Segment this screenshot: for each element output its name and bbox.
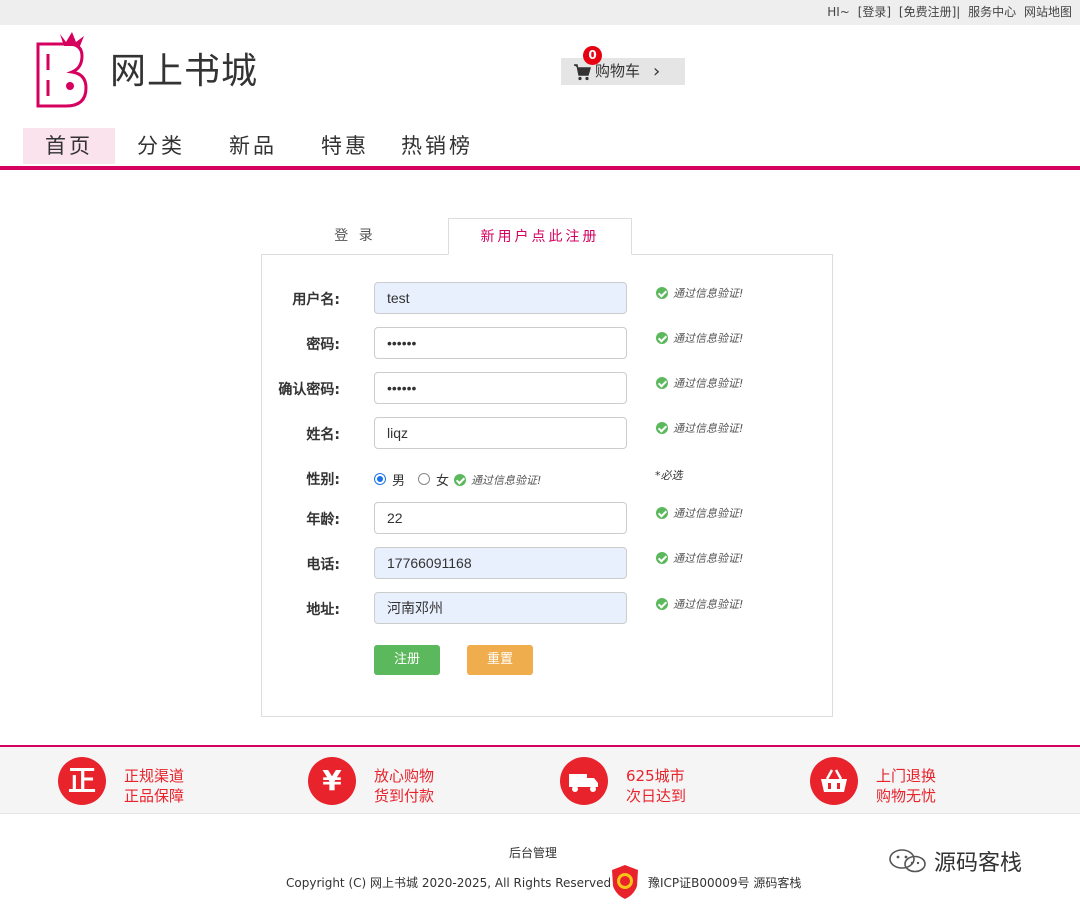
register-form-panel [261,254,833,717]
cart-count-badge: 0 [583,46,602,65]
feature-delivery-line1: 625城市 [626,767,685,785]
phone-label: 电话: [306,557,340,573]
chevron-right-icon: › [653,61,661,82]
basket-icon [810,757,858,805]
check-icon [656,377,668,389]
address-label: 地址: [306,602,340,618]
police-badge-icon [612,865,638,899]
yen-icon: ¥ [308,757,356,805]
name-label: 姓名: [306,427,340,443]
nav-item-special[interactable]: 特惠 [299,128,391,164]
nav-item-bestseller[interactable]: 热销榜 [391,128,483,164]
check-icon [454,474,466,486]
address-input[interactable]: 河南邓州 [374,592,627,624]
required-note: *必选 [655,469,683,482]
address-valid-message: 通过信息验证! [656,596,743,611]
cart-icon [574,64,591,81]
name-input[interactable]: liqz [374,417,627,449]
truck-icon [560,757,608,805]
age-input[interactable]: 22 [374,502,627,534]
login-link[interactable]: [登录] [858,5,891,19]
feature-genuine-line1: 正规渠道 [124,767,185,785]
gender-valid-message: 通过信息验证! [454,472,541,487]
tab-register[interactable]: 新用户点此注册 [448,218,632,255]
nav-divider [0,166,1080,170]
feature-cod-line1: 放心购物 [374,767,435,785]
wechat-icon [889,849,926,873]
service-center-link[interactable]: 服务中心 [968,5,1016,19]
nav-item-new[interactable]: 新品 [207,128,299,164]
check-icon [656,552,668,564]
age-valid-message: 通过信息验证! [656,505,743,520]
username-input[interactable]: test [374,282,627,314]
gender-male-radio[interactable] [374,473,386,485]
bookstore-logo[interactable] [30,30,92,110]
wechat-watermark: 源码客栈 [888,845,1022,877]
nav-item-category[interactable]: 分类 [115,128,207,164]
age-label: 年龄: [306,512,340,528]
nav-item-home[interactable]: 首页 [23,128,115,164]
password-label: 密码: [306,337,340,353]
watermark-text: 源码客栈 [934,851,1023,876]
register-submit-button[interactable]: 注册 [374,645,440,675]
username-valid-message: 通过信息验证! [656,285,743,300]
free-register-link[interactable]: [免费注册]| [899,5,960,19]
check-icon [656,598,668,610]
gender-male-label[interactable]: 男 [392,470,405,489]
check-icon [656,507,668,519]
genuine-icon: 正 [58,757,106,805]
confirm-password-input[interactable]: •••••• [374,372,627,404]
check-icon [656,332,668,344]
sitemap-link[interactable]: 网站地图 [1024,5,1072,19]
icp-text: 豫ICP证B00009号 源码客栈 [648,876,802,890]
gender-female-label[interactable]: 女 [436,470,449,489]
tab-login[interactable]: 登 录 [262,218,448,255]
feature-cod-line2: 货到付款 [374,787,435,805]
password-input[interactable]: •••••• [374,327,627,359]
feature-return-line2: 购物无忧 [876,787,937,805]
check-icon [656,422,668,434]
cart-button[interactable]: 购物车 › [561,58,685,85]
feature-return-line1: 上门退换 [876,767,937,785]
confirm-password-label: 确认密码: [278,382,340,398]
gender-female-radio[interactable] [418,473,430,485]
username-label: 用户名: [292,292,340,308]
copyright-text: Copyright (C) 网上书城 2020-2025, All Rights… [286,876,612,890]
feature-genuine-line2: 正品保障 [124,787,185,805]
top-utility-bar: HI~ [登录] [免费注册]| 服务中心 网站地图 [0,0,1080,25]
greeting-text: HI~ [827,5,850,19]
password-valid-message: 通过信息验证! [656,330,743,345]
name-valid-message: 通过信息验证! [656,420,743,435]
phone-input[interactable]: 17766091168 [374,547,627,579]
site-title: 网上书城 [110,51,259,92]
cart-label: 购物车 [595,62,641,80]
main-nav: 首页 分类 新品 特惠 热销榜 [23,128,483,164]
feature-strip: 正 正规渠道 正品保障 ¥ 放心购物 货到付款 625城市 次日达到 上门退换 … [0,745,1080,814]
gender-label: 性别: [306,472,340,488]
phone-valid-message: 通过信息验证! [656,550,743,565]
check-icon [656,287,668,299]
confirm-password-valid-message: 通过信息验证! [656,375,743,390]
reset-button[interactable]: 重置 [467,645,533,675]
feature-delivery-line2: 次日达到 [626,787,687,805]
